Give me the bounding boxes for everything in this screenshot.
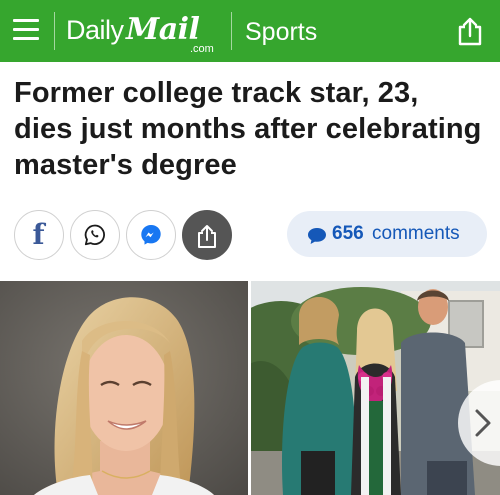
- facebook-icon: f: [32, 218, 45, 251]
- logo-suffix: .com: [190, 43, 214, 55]
- chevron-right-icon: [475, 409, 491, 437]
- messenger-icon: [141, 225, 161, 245]
- logo-word-mail: Mail: [126, 12, 200, 47]
- facebook-share-button[interactable]: f: [14, 210, 64, 260]
- graduation-photo[interactable]: [251, 281, 500, 495]
- hamburger-menu-icon[interactable]: [13, 17, 39, 43]
- portrait-photo[interactable]: [0, 281, 248, 495]
- comment-bubble-icon: [308, 228, 326, 244]
- top-nav-bar: Daily Mail .com Sports: [0, 0, 500, 62]
- comment-count: 656: [332, 223, 364, 244]
- share-icon: [198, 225, 216, 248]
- whatsapp-icon: [84, 224, 105, 246]
- nav-divider: [231, 12, 232, 50]
- share-icon[interactable]: [456, 16, 484, 46]
- messenger-share-button[interactable]: [126, 210, 176, 260]
- more-share-button[interactable]: [182, 210, 232, 260]
- comments-button[interactable]: 656 comments: [287, 211, 487, 257]
- comment-label: comments: [372, 223, 460, 244]
- article-headline: Former college track star, 23, dies just…: [14, 77, 482, 181]
- nav-divider: [54, 12, 55, 50]
- logo-word-daily: Daily: [66, 15, 124, 45]
- section-title[interactable]: Sports: [245, 18, 317, 47]
- whatsapp-share-button[interactable]: [70, 210, 120, 260]
